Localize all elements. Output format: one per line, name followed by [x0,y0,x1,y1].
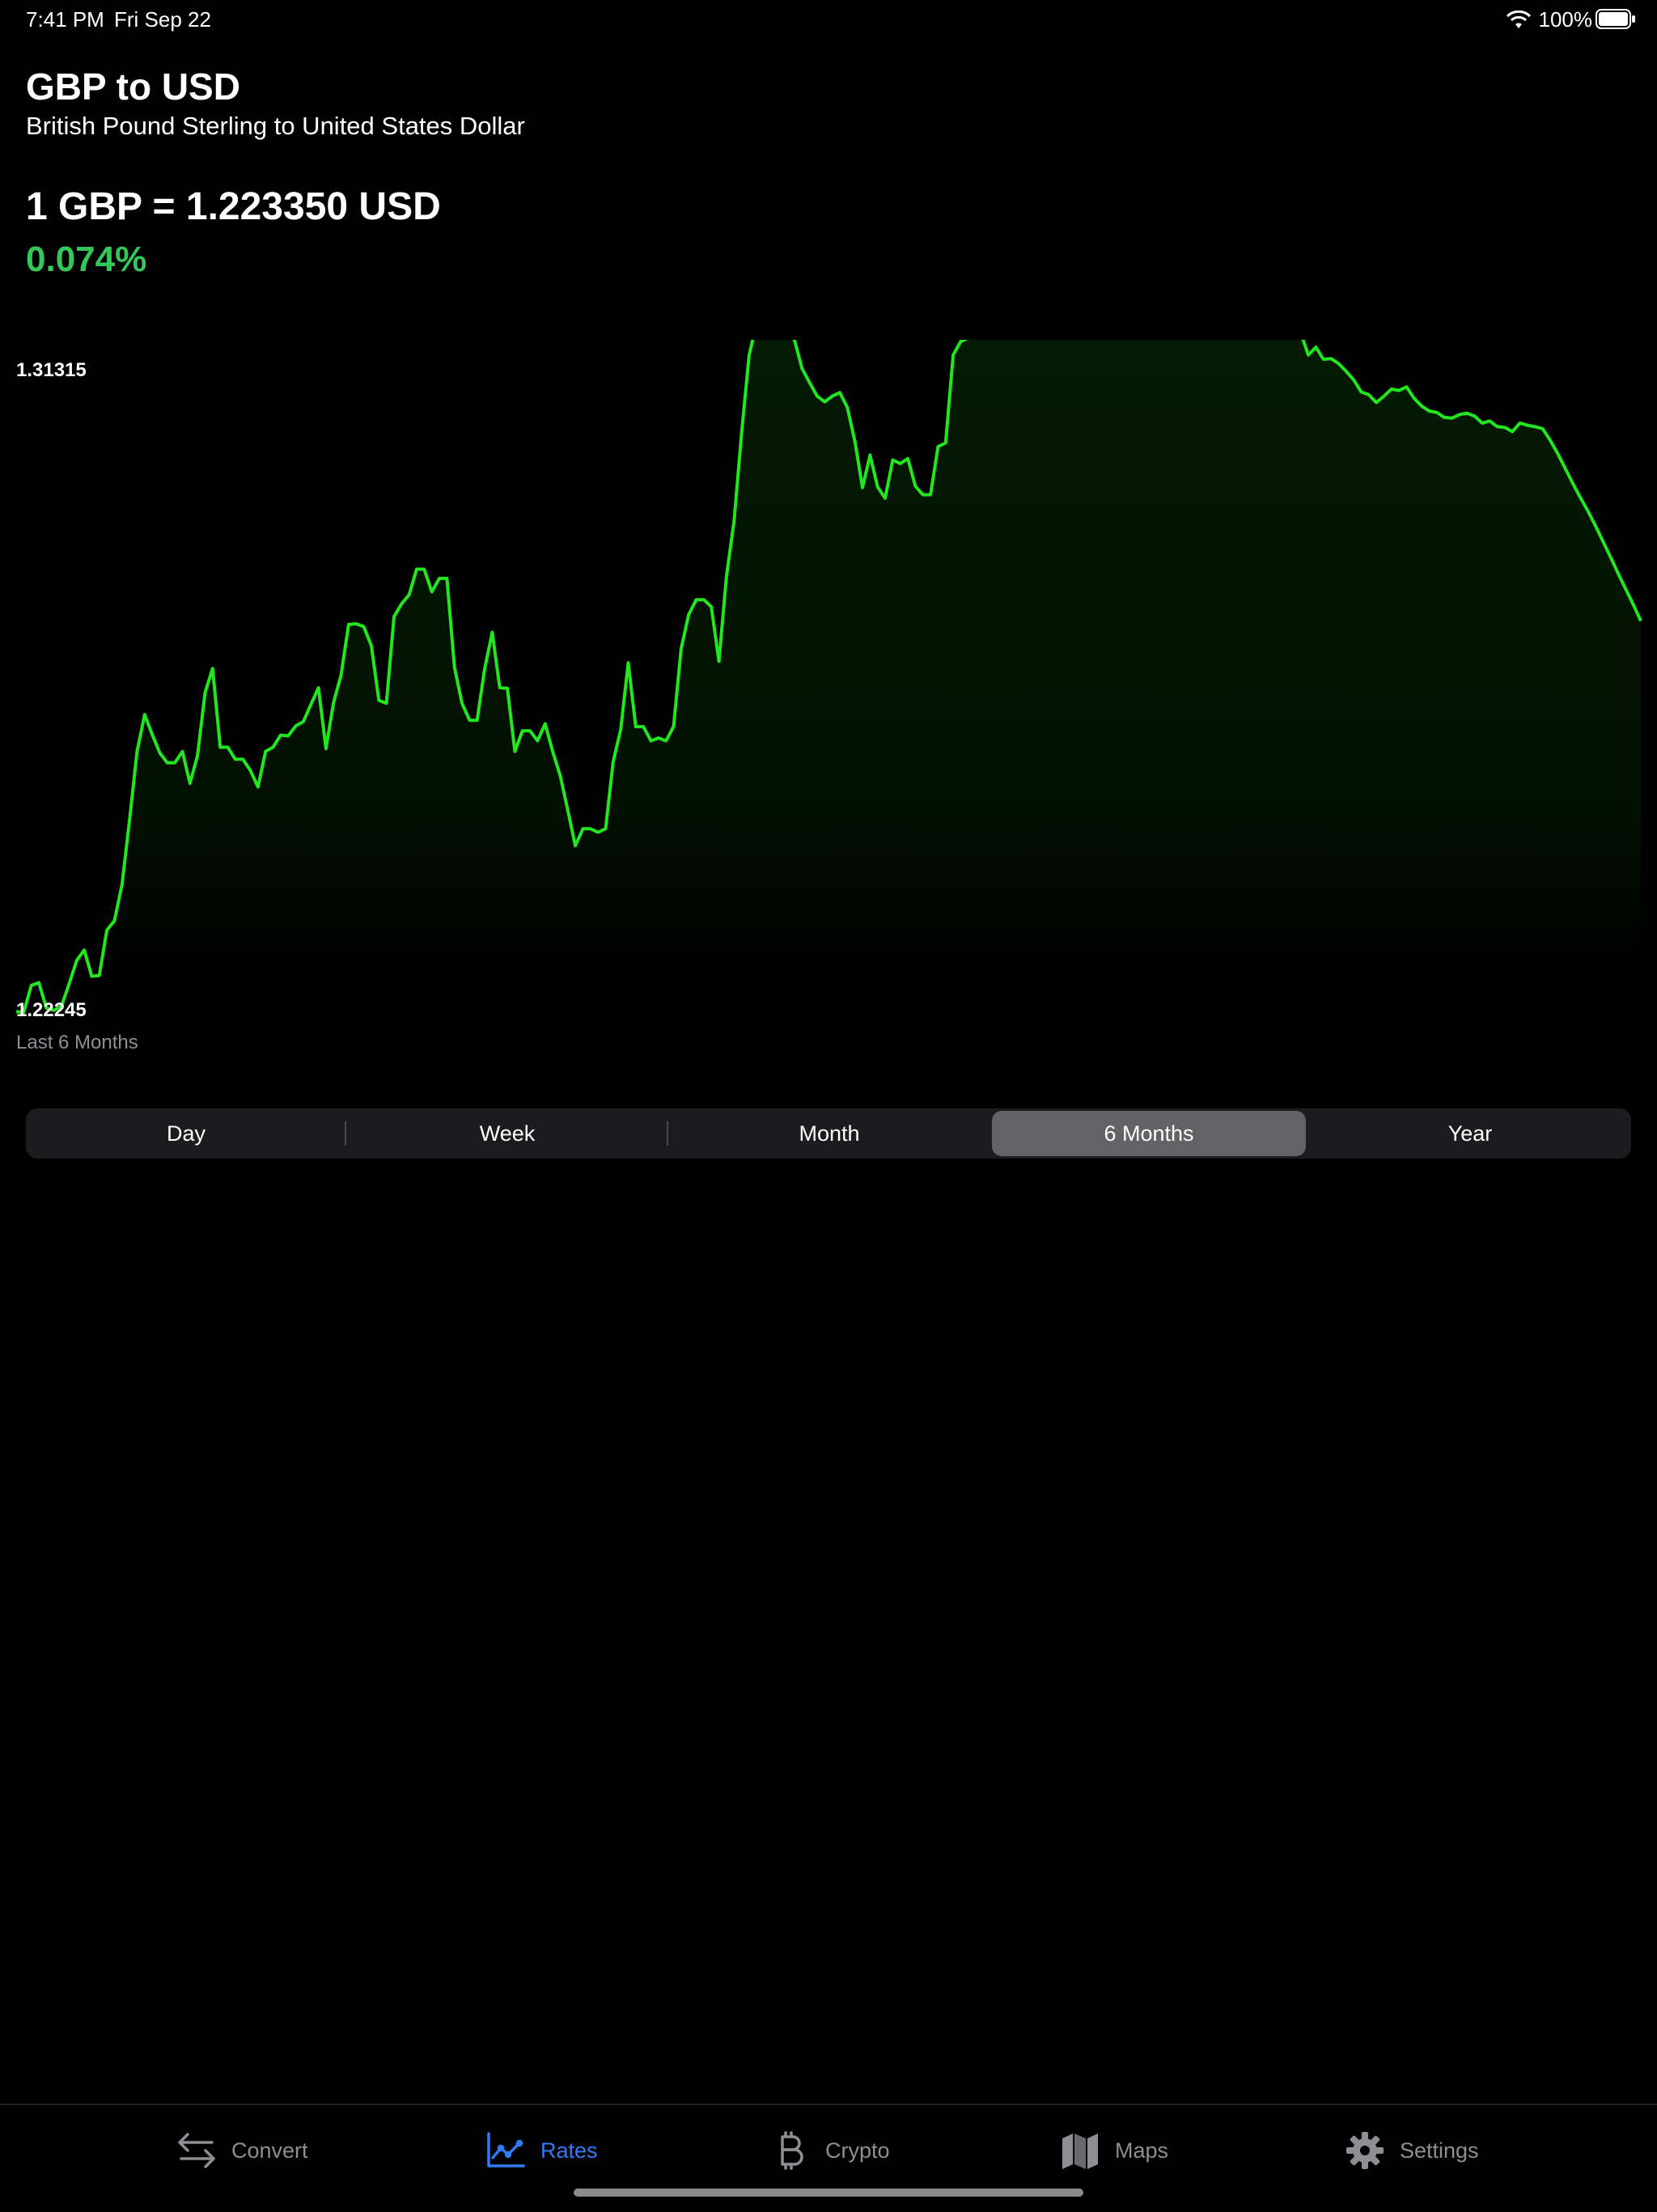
range-option-6-months[interactable]: 6 Months [992,1111,1306,1156]
status-time: 7:41 PM [26,7,104,32]
battery-icon [1596,9,1635,29]
status-indicators: 100% [1506,7,1593,32]
tab-maps[interactable]: Maps [1060,2126,1168,2175]
range-option-year[interactable]: Year [1312,1111,1628,1156]
page-subtitle: British Pound Sterling to United States … [26,112,525,140]
bitcoin-icon [781,2131,803,2170]
page-title: GBP to USD [26,66,240,108]
segment-divider [667,1121,668,1146]
rate-chart [15,340,1642,1068]
status-date: Fri Sep 22 [114,7,211,32]
percent-change: 0.074% [26,239,147,279]
home-indicator [574,2189,1083,2197]
tab-label: Settings [1400,2138,1479,2163]
arrows-left-right-icon [178,2133,215,2168]
chart-area-fill [16,340,1641,1068]
battery-percent: 100% [1538,7,1593,32]
wifi-icon [1506,10,1531,28]
range-selector: Day Week Month 6 Months Year [26,1108,1631,1159]
tab-settings[interactable]: Settings [1345,2126,1479,2175]
range-option-month[interactable]: Month [669,1111,990,1156]
y-max-label: 1.31315 [16,359,87,381]
tab-convert[interactable]: Convert [176,2126,308,2175]
gear-icon [1346,2132,1384,2169]
tab-rates[interactable]: Rates [485,2126,598,2175]
period-label: Last 6 Months [16,1032,138,1053]
segment-divider [345,1121,346,1146]
tab-crypto[interactable]: Crypto [770,2126,890,2175]
line-chart-icon [487,2132,525,2168]
tab-label: Crypto [825,2138,890,2163]
y-min-label: 1.22245 [16,999,87,1021]
status-bar: 7:41 PM Fri Sep 22 100% [0,0,1657,39]
range-option-week[interactable]: Week [347,1111,667,1156]
tab-label: Maps [1115,2138,1169,2163]
exchange-rate: 1 GBP = 1.223350 USD [26,185,441,228]
range-option-day[interactable]: Day [28,1111,344,1156]
tab-label: Rates [540,2138,598,2163]
map-icon [1062,2134,1098,2169]
tab-label: Convert [231,2138,308,2163]
